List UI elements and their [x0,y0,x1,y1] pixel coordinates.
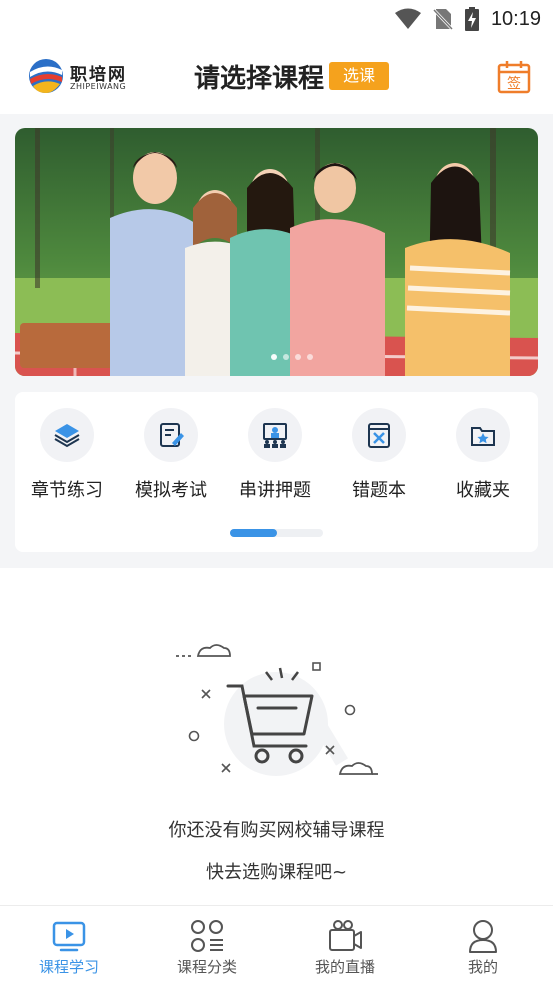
feature-favorites[interactable]: 收藏夹 [431,408,535,508]
feature-icon-bg [456,408,510,462]
select-course-badge[interactable]: 选课 [329,62,389,90]
feature-menu: 章节练习 模拟考试 串讲押题 错题本 收藏夹 [15,392,538,552]
status-icons: 10:19 [394,6,541,32]
banner-dot[interactable] [295,354,301,360]
nav-mine[interactable]: 我的 [414,906,552,983]
exam-paper-icon [160,423,184,447]
nav-label: 我的 [467,958,498,976]
feature-label: 章节练习 [31,480,103,501]
user-icon [469,920,497,953]
empty-state-message: 你还没有购买网校辅导课程 [168,820,385,841]
logo-globe-icon [29,59,63,93]
feature-scroll-thumb [230,529,277,537]
feature-scroll-indicator [230,529,323,537]
nav-course-category[interactable]: 课程分类 [138,906,276,983]
logo-subtext: ZHIPEIWANG [70,82,127,91]
banner-dot[interactable] [307,354,313,360]
feature-icon-bg [248,408,302,462]
empty-cart-icon [176,644,378,776]
banner-dot[interactable] [271,354,277,360]
feature-icon-bg [40,408,94,462]
category-icon [191,920,223,952]
nav-label: 我的直播 [314,958,375,976]
video-play-icon [52,921,86,952]
lecture-icon [263,423,287,448]
layers-icon [54,424,80,448]
status-time: 10:19 [490,7,541,30]
feature-label: 串讲押题 [239,480,311,501]
feature-icon-bg [352,408,406,462]
banner-pagination [271,354,313,360]
nav-label: 课程学习 [38,958,99,976]
feature-icon-bg [144,408,198,462]
page-title[interactable]: 请选择课程 [194,58,324,95]
promo-banner[interactable] [15,128,538,376]
empty-state-hint[interactable]: 快去选购课程吧~ [0,858,553,884]
course-content-area: 你还没有购买网校辅导课程 快去选购课程吧~ [0,568,553,905]
feature-mock-exam[interactable]: 模拟考试 [119,408,223,508]
nav-label: 课程分类 [176,958,237,976]
live-camera-icon [329,920,362,951]
banner-image [15,128,538,376]
bottom-navigation: 课程学习 课程分类 我的直播 我的 [0,905,553,983]
banner-dot[interactable] [283,354,289,360]
sign-in-char: 签 [507,75,521,92]
nav-course-study[interactable]: 课程学习 [0,906,138,983]
favorite-folder-icon [471,427,495,446]
feature-label: 错题本 [352,480,406,501]
status-bar: 10:19 [0,0,553,38]
feature-lecture-prediction[interactable]: 串讲押题 [223,408,327,508]
nav-my-live[interactable]: 我的直播 [276,906,414,983]
feature-label: 收藏夹 [456,480,510,501]
app-logo: 职培网 ZHIPEIWANG [28,58,132,96]
feature-wrong-questions[interactable]: 错题本 [327,408,431,508]
feature-chapter-practice[interactable]: 章节练习 [15,408,119,508]
no-sim-icon [432,8,453,31]
wrong-book-icon [368,423,390,448]
wifi-icon [394,8,421,29]
battery-charging-icon [464,7,479,31]
app-header: 职培网 ZHIPEIWANG 请选择课程 选课 签 [0,38,553,114]
feature-label: 模拟考试 [135,480,207,501]
sign-in-calendar-icon[interactable]: 签 [497,60,531,94]
